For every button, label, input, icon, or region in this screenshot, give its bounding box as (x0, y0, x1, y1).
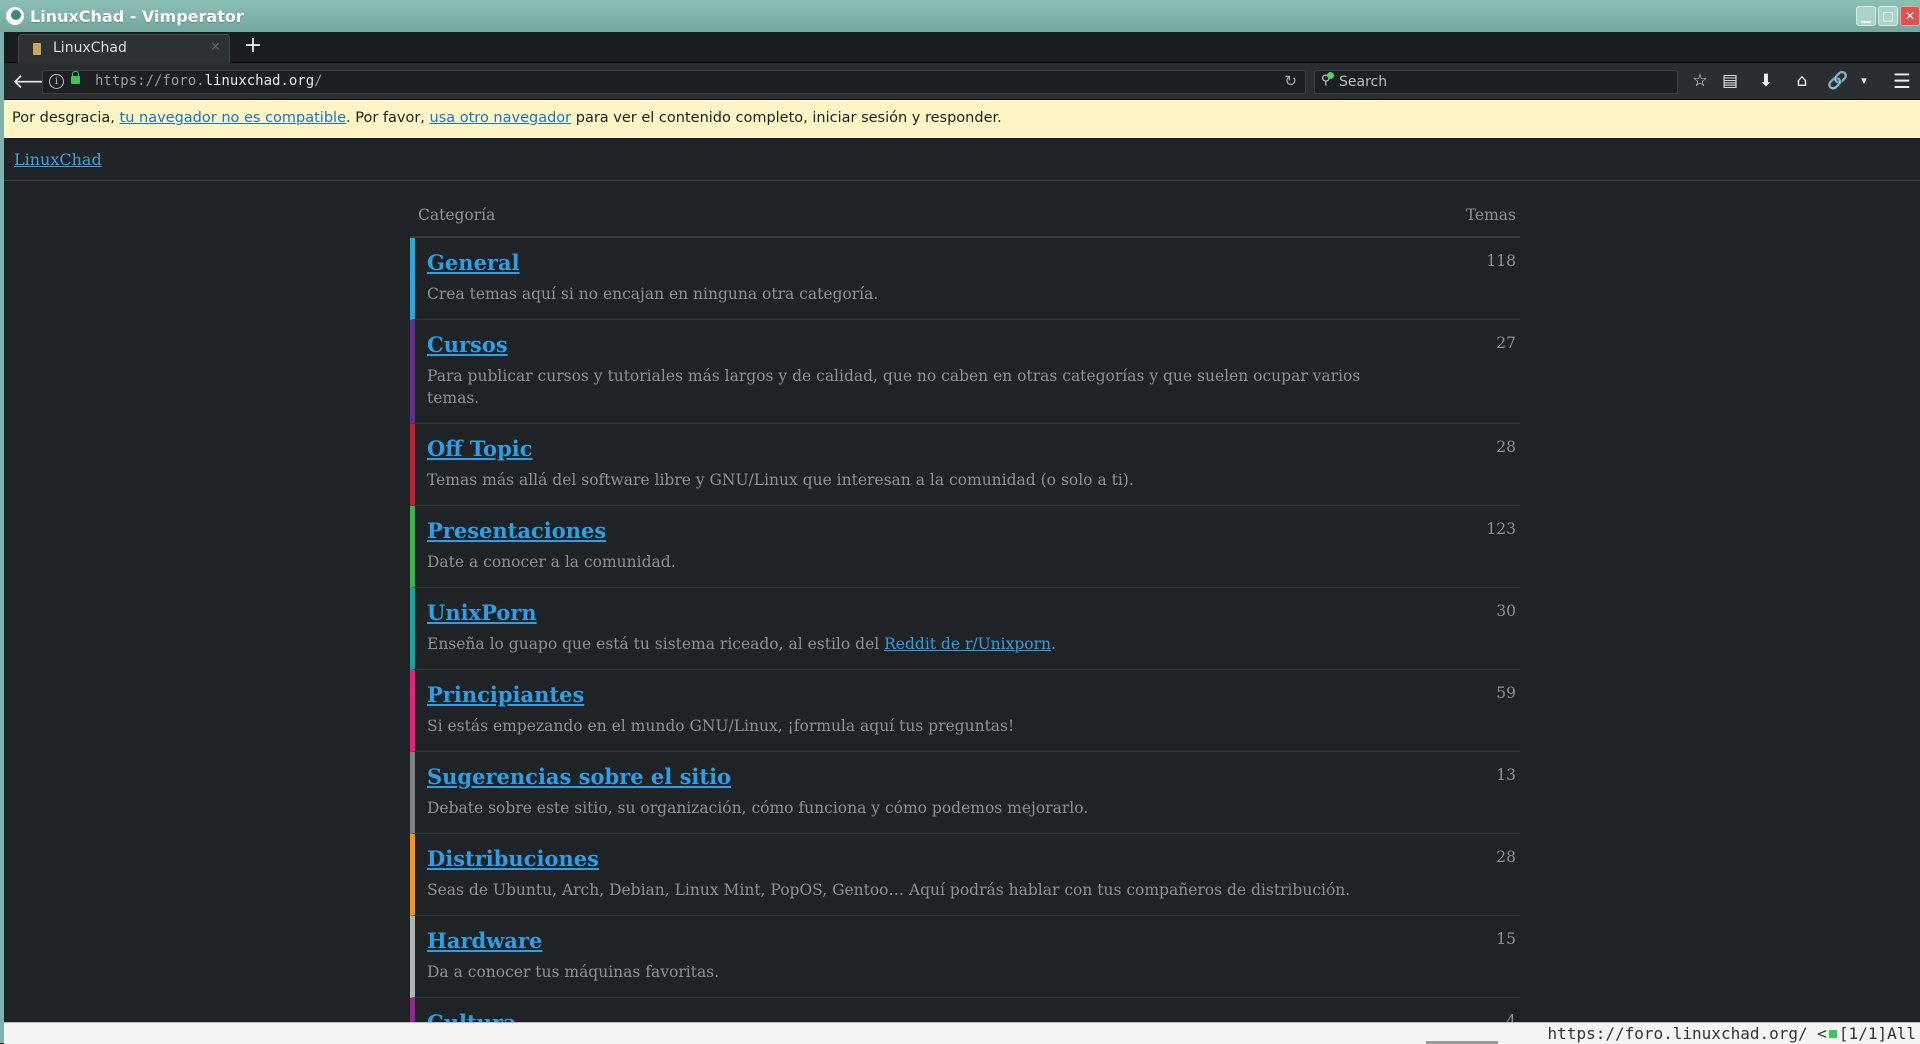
category-link[interactable]: Cursos (427, 320, 1520, 357)
category-row: Cultura4 (410, 998, 1520, 1022)
category-link[interactable]: Principiantes (427, 670, 1520, 707)
category-description: Enseña lo guapo que está tu sistema rice… (427, 635, 1056, 653)
app-icon (6, 7, 24, 25)
category-description: Si estás empezando en el mundo GNU/Linux… (427, 717, 1015, 735)
category-row: Distribuciones 28 Seas de Ubuntu, Arch, De… (410, 834, 1520, 916)
secure-lock-icon (1828, 1030, 1837, 1038)
bookmark-star-icon[interactable]: ☆ (1688, 69, 1712, 93)
category-row: Principiantes 59 Si estás empezando en el … (410, 670, 1520, 752)
window-title: LinuxChad - Vimperator (30, 7, 244, 26)
browser-window: LinuxChad - Vimperator ▁ □ ✕ LinuxChad ✕… (0, 0, 1920, 1044)
window-titlebar[interactable]: LinuxChad - Vimperator ▁ □ ✕ (0, 0, 1920, 32)
tab-linuxchad[interactable]: LinuxChad ✕ (18, 34, 230, 63)
category-row: Hardware 15 Da a conocer tus máquinas favo… (410, 916, 1520, 998)
category-link[interactable]: Sugerencias sobre el sitio (427, 752, 1520, 789)
downloads-icon[interactable]: ⬇ (1754, 69, 1778, 93)
close-window-button[interactable]: ✕ (1900, 6, 1920, 26)
hamburger-menu-icon[interactable]: ☰ (1890, 69, 1914, 93)
incompatible-browser-link[interactable]: tu navegador no es compatible (120, 110, 346, 126)
category-description: Da a conocer tus máquinas favoritas. (427, 963, 720, 981)
topic-count: 28 (1496, 438, 1516, 456)
vimperator-status-bar: https://foro.linuxchad.org/ < [1/1]All (4, 1022, 1920, 1044)
topics-column-header: Temas (1465, 206, 1516, 224)
tab-close-icon[interactable]: ✕ (210, 40, 221, 55)
back-button[interactable]: 🡐 (12, 70, 66, 92)
navigation-toolbar: 🡐 i https://foro.linuxchad.org/ ↻ ⚲ ☆ ▤ … (4, 63, 1920, 100)
category-link[interactable]: UnixPorn (427, 588, 1520, 625)
link-extension-icon[interactable]: 🔗 (1826, 69, 1850, 93)
new-tab-button[interactable]: + (240, 34, 266, 60)
topic-count: 59 (1496, 684, 1516, 702)
topic-count: 118 (1486, 252, 1516, 270)
category-link[interactable]: Distribuciones (427, 834, 1520, 871)
site-info-icon[interactable]: i (49, 74, 64, 89)
topic-count: 4 (1506, 1012, 1516, 1022)
bookmarks-menu-icon[interactable]: ▤ (1718, 69, 1742, 93)
category-description: Crea temas aquí si no encajan en ninguna… (427, 285, 879, 303)
unixporn-reddit-link[interactable]: Reddit de r/Unixporn (884, 635, 1051, 653)
page-content: LinuxChad Categoría Temas General 118 Crea… (4, 138, 1920, 1022)
topic-count: 15 (1496, 930, 1516, 948)
category-row: Cursos 27 Para publicar cursos y tutoriale… (410, 320, 1520, 424)
category-description: Seas de Ubuntu, Arch, Debian, Linux Mint… (427, 881, 1351, 899)
maximize-button[interactable]: □ (1878, 6, 1898, 26)
site-header: LinuxChad (4, 138, 1920, 181)
status-line: https://foro.linuxchad.org/ < [1/1]All (1547, 1024, 1916, 1043)
tab-label: LinuxChad (53, 40, 127, 56)
home-icon[interactable]: ⌂ (1790, 69, 1814, 93)
category-row: Off Topic 28 Temas más allá del software l… (410, 424, 1520, 506)
category-link[interactable]: Cultura (427, 998, 1520, 1023)
category-description: Debate sobre este sitio, su organización… (427, 799, 1089, 817)
tab-favicon-icon (33, 43, 41, 55)
topic-count: 30 (1496, 602, 1516, 620)
url-bar[interactable]: i https://foro.linuxchad.org/ ↻ (42, 70, 1306, 94)
category-link[interactable]: Off Topic (427, 424, 1520, 461)
site-home-link[interactable]: LinuxChad (14, 150, 102, 169)
minimize-button[interactable]: ▁ (1856, 6, 1876, 26)
topic-count: 13 (1496, 766, 1516, 784)
chevron-down-icon[interactable]: ▾ (1852, 69, 1876, 93)
topic-count: 27 (1496, 334, 1516, 352)
notice-text: Por desgracia, tu navegador no es compat… (12, 110, 1002, 126)
reload-icon[interactable]: ↻ (1284, 72, 1297, 90)
search-engine-icon[interactable]: ⚲ (1321, 72, 1334, 88)
category-list: General 118 Crea temas aquí si no encajan … (410, 238, 1520, 1022)
tab-bar: LinuxChad ✕ + (4, 32, 1920, 63)
category-row: UnixPorn 30 Enseña lo guapo que está tu si… (410, 588, 1520, 670)
secure-lock-icon[interactable] (71, 71, 80, 84)
topic-count: 28 (1496, 848, 1516, 866)
search-bar[interactable]: ⚲ (1314, 70, 1678, 94)
search-input[interactable] (1337, 72, 1671, 92)
category-table-header: Categoría Temas (410, 206, 1520, 238)
category-column-header: Categoría (418, 206, 496, 224)
category-link[interactable]: General (427, 238, 1520, 275)
category-link[interactable]: Presentaciones (427, 506, 1520, 543)
category-row: Sugerencias sobre el sitio 13 Debate sobre… (410, 752, 1520, 834)
topic-count: 123 (1486, 520, 1516, 538)
url-text[interactable]: https://foro.linuxchad.org/ (95, 73, 323, 89)
category-row: Presentaciones 123 Date a conocer a la com… (410, 506, 1520, 588)
use-other-browser-link[interactable]: usa otro navegador (430, 110, 572, 126)
category-description: Para publicar cursos y tutoriales más la… (427, 367, 1361, 407)
category-row: General 118 Crea temas aquí si no encajan … (410, 238, 1520, 320)
category-link[interactable]: Hardware (427, 916, 1520, 953)
category-description: Date a conocer a la comunidad. (427, 553, 676, 571)
browser-compatibility-notice: Por desgracia, tu navegador no es compat… (4, 100, 1920, 138)
category-description: Temas más allá del software libre y GNU/… (427, 471, 1134, 489)
